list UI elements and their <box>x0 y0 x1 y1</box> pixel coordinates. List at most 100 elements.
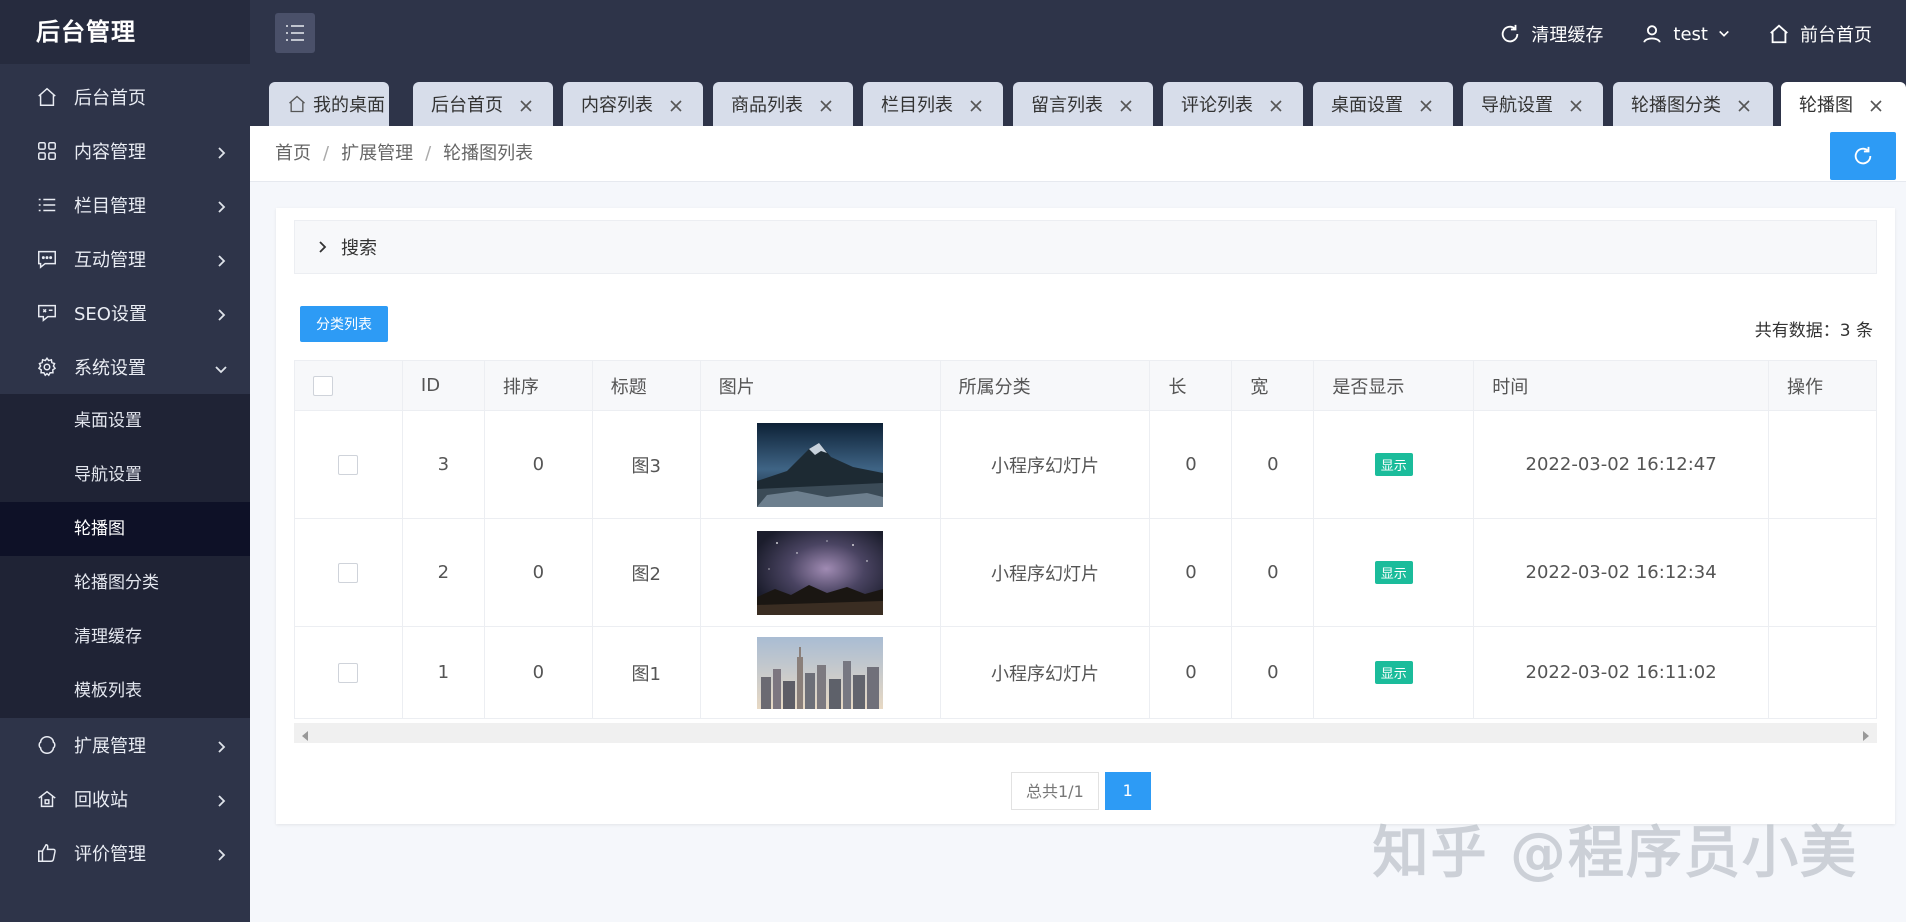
close-icon[interactable] <box>1569 97 1583 112</box>
tab-label: 导航设置 <box>1481 95 1553 116</box>
frontend-home-link[interactable]: 前台首页 <box>1768 21 1872 47</box>
tab-column-list[interactable]: 栏目列表 <box>863 82 1003 126</box>
column-header-length[interactable]: 长 <box>1149 360 1233 411</box>
submenu-item-desktop[interactable]: 桌面设置 <box>0 394 250 448</box>
column-header-width[interactable]: 宽 <box>1231 360 1315 411</box>
close-icon[interactable] <box>1269 97 1283 112</box>
tab-admin-home[interactable]: 后台首页 <box>413 82 553 126</box>
close-icon[interactable] <box>669 97 683 112</box>
submenu-item-carousel[interactable]: 轮播图 <box>0 502 250 556</box>
status-badge[interactable]: 显示 <box>1374 561 1413 584</box>
sidebar-item-columns[interactable]: 栏目管理 <box>0 178 250 232</box>
row-checkbox[interactable] <box>338 455 359 475</box>
row-checkbox[interactable] <box>338 663 359 683</box>
horizontal-scrollbar[interactable] <box>294 723 1877 743</box>
tab-label: 内容列表 <box>581 95 653 116</box>
column-header-time[interactable]: 时间 <box>1473 360 1769 411</box>
column-header-image[interactable]: 图片 <box>700 360 941 411</box>
tab-label: 栏目列表 <box>881 95 953 116</box>
tab-content-list[interactable]: 内容列表 <box>563 82 703 126</box>
user-menu[interactable]: test <box>1641 23 1730 45</box>
tab-product-list[interactable]: 商品列表 <box>713 82 853 126</box>
tab-carousel[interactable]: 轮播图 <box>1781 82 1906 126</box>
table-header-row: ID 排序 标题 图片 所属分类 长 宽 是否显示 时间 操作 <box>294 360 1877 411</box>
breadcrumb-home[interactable]: 首页 <box>275 143 311 164</box>
row-checkbox[interactable] <box>338 563 359 583</box>
column-header-title[interactable]: 标题 <box>592 360 701 411</box>
column-header-order[interactable]: 排序 <box>484 360 593 411</box>
sidebar-item-reviews[interactable]: 评价管理 <box>0 826 250 880</box>
column-header-actions[interactable]: 操作 <box>1768 360 1877 411</box>
close-icon[interactable] <box>1869 97 1883 112</box>
table-row: 3 0 图3 小程序幻灯片 0 0 显示 2022-03-02 16:12:47 <box>294 410 1877 519</box>
tab-carousel-category[interactable]: 轮播图分类 <box>1613 82 1773 126</box>
refresh-icon <box>1854 146 1872 165</box>
submenu-item-templates[interactable]: 模板列表 <box>0 664 250 718</box>
sidebar-item-recycle[interactable]: 回收站 <box>0 772 250 826</box>
cell-category: 小程序幻灯片 <box>940 518 1151 627</box>
menu-icon <box>286 25 304 41</box>
close-icon[interactable] <box>1419 97 1433 112</box>
sidebar-item-extensions[interactable]: 扩展管理 <box>0 718 250 772</box>
tab-label: 轮播图 <box>1799 95 1853 116</box>
city-skyline-image[interactable] <box>757 636 884 709</box>
pagination-total: 总共1/1 <box>1011 772 1099 810</box>
cell-length: 0 <box>1149 626 1233 719</box>
close-icon[interactable] <box>969 97 983 112</box>
tab-desktop-settings[interactable]: 桌面设置 <box>1313 82 1453 126</box>
pagination-page-button[interactable]: 1 <box>1104 772 1151 810</box>
cell-title: 图2 <box>592 518 701 627</box>
tab-comment-list[interactable]: 评论列表 <box>1163 82 1303 126</box>
close-icon[interactable] <box>1119 97 1133 112</box>
sidebar-item-interaction[interactable]: 互动管理 <box>0 232 250 286</box>
submenu-item-carousel-category[interactable]: 轮播图分类 <box>0 556 250 610</box>
cell-image <box>700 518 941 627</box>
sidebar-item-seo[interactable]: SEO设置 <box>0 286 250 340</box>
tab-label: 桌面设置 <box>1331 95 1403 116</box>
sidebar-toggle-button[interactable] <box>275 13 315 53</box>
table-row: 2 0 图2 小程序幻灯片 0 0 显示 2022-03-02 16:12:34 <box>294 518 1877 627</box>
close-icon[interactable] <box>819 97 833 112</box>
sidebar-item-label: 后台首页 <box>74 88 146 109</box>
status-badge[interactable]: 显示 <box>1374 453 1413 476</box>
scroll-right-icon[interactable] <box>1861 727 1871 741</box>
close-icon[interactable] <box>519 97 533 112</box>
sidebar-item-system[interactable]: 系统设置 <box>0 340 250 394</box>
breadcrumb-separator: / <box>323 143 330 164</box>
scroll-left-icon[interactable] <box>300 727 310 741</box>
chevron-right-icon <box>214 792 228 807</box>
column-header-id[interactable]: ID <box>402 360 485 411</box>
tab-message-list[interactable]: 留言列表 <box>1013 82 1153 126</box>
cell-order: 0 <box>484 518 593 627</box>
status-badge[interactable]: 显示 <box>1374 661 1413 684</box>
breadcrumb-extensions[interactable]: 扩展管理 <box>341 143 413 164</box>
close-icon[interactable] <box>1737 97 1751 112</box>
cell-time: 2022-03-02 16:12:34 <box>1473 518 1769 627</box>
row-select-cell <box>294 518 403 627</box>
submenu-item-clear-cache[interactable]: 清理缓存 <box>0 610 250 664</box>
submenu-item-navigation[interactable]: 导航设置 <box>0 448 250 502</box>
cell-order: 0 <box>484 410 593 519</box>
breadcrumb-separator: / <box>425 143 432 164</box>
tab-nav-settings[interactable]: 导航设置 <box>1463 82 1603 126</box>
select-all-checkbox[interactable] <box>313 376 333 396</box>
main-card: 搜索 分类列表 共有数据：3 条 ID 排序 标题 图片 所属分类 长 宽 是否… <box>276 208 1895 824</box>
sidebar-item-home[interactable]: 后台首页 <box>0 70 250 124</box>
clear-cache-link[interactable]: 清理缓存 <box>1499 21 1603 47</box>
search-label: 搜索 <box>341 238 377 259</box>
night-sky-image[interactable] <box>757 530 884 615</box>
cell-actions <box>1768 518 1877 627</box>
watermark-text: 知乎 @程序员小美 <box>1372 821 1858 886</box>
sidebar-item-label: 内容管理 <box>74 142 146 163</box>
tab-my-desktop[interactable]: 我的桌面 <box>269 82 389 126</box>
tab-label: 后台首页 <box>431 95 503 116</box>
sidebar-item-content[interactable]: 内容管理 <box>0 124 250 178</box>
frontend-home-label: 前台首页 <box>1800 25 1872 46</box>
refresh-button[interactable] <box>1830 132 1896 180</box>
column-header-category[interactable]: 所属分类 <box>940 360 1151 411</box>
cell-order: 0 <box>484 626 593 719</box>
column-header-visible[interactable]: 是否显示 <box>1313 360 1475 411</box>
category-list-button[interactable]: 分类列表 <box>300 306 388 342</box>
search-toggle[interactable]: 搜索 <box>294 220 1877 274</box>
mountain-image[interactable] <box>757 422 884 507</box>
